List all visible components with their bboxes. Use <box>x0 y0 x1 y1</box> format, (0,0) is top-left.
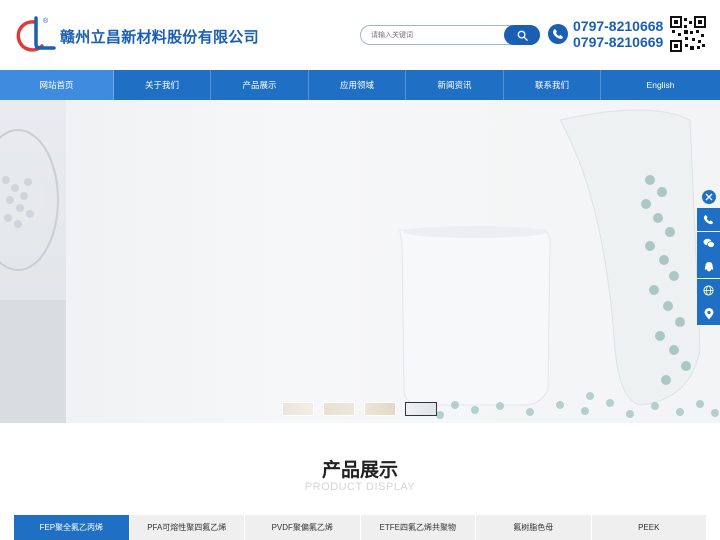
floating-side-toolbar <box>697 190 720 326</box>
main-nav: 网站首页 关于我们 产品展示 应用领域 新闻资讯 联系我们 English <box>0 70 720 100</box>
tab-peek[interactable]: PEEK <box>591 515 706 540</box>
location-icon[interactable] <box>697 302 720 325</box>
tab-fep[interactable]: FEP聚全氟乙丙烯 <box>14 515 130 540</box>
tab-etfe[interactable]: ETFE四氟乙烯共聚物 <box>360 515 476 540</box>
nav-item-news[interactable]: 新闻资讯 <box>406 70 504 100</box>
nav-item-english[interactable]: English <box>601 70 720 100</box>
slide-thumb[interactable] <box>364 402 396 416</box>
svg-text:®: ® <box>43 17 49 25</box>
products-section-subtitle: PRODUCT DISPLAY <box>304 481 416 493</box>
phone-number-2: 0797-8210669 <box>573 34 664 50</box>
phone-icon <box>548 24 568 44</box>
globe-icon[interactable] <box>697 278 720 302</box>
qq-icon[interactable] <box>697 255 720 278</box>
slide-thumb[interactable] <box>282 402 314 416</box>
qr-code-icon <box>670 16 706 52</box>
site-header: ® 赣州立昌新材料股份有限公司 0797-8210668 0797-821066… <box>0 0 720 70</box>
tab-fluororesin-masterbatch[interactable]: 氟树脂色母 <box>476 515 592 540</box>
search-input[interactable] <box>371 28 501 43</box>
company-logo[interactable]: ® <box>12 14 56 54</box>
nav-item-applications[interactable]: 应用领域 <box>309 70 406 100</box>
search-box <box>360 25 540 45</box>
slide-thumb[interactable] <box>405 402 437 416</box>
slide-thumb[interactable] <box>323 402 355 416</box>
nav-item-home[interactable]: 网站首页 <box>0 70 114 100</box>
phone-icon[interactable] <box>697 208 720 231</box>
close-icon[interactable] <box>702 190 716 204</box>
products-section-title: 产品展示 <box>321 460 398 481</box>
hero-banner[interactable] <box>0 100 720 423</box>
nav-item-contact[interactable]: 联系我们 <box>504 70 601 100</box>
phone-numbers: 0797-8210668 0797-8210669 <box>573 18 663 50</box>
wechat-icon[interactable] <box>697 231 720 255</box>
search-icon <box>517 30 528 41</box>
company-name[interactable]: 赣州立昌新材料股份有限公司 <box>60 26 259 47</box>
slide-thumbnails <box>282 402 437 416</box>
tab-pfa[interactable]: PFA可熔性聚四氟乙烯 <box>129 515 245 540</box>
tab-pvdf[interactable]: PVDF聚偏氟乙烯 <box>245 515 361 540</box>
banner-illustration <box>399 109 719 419</box>
nav-item-about[interactable]: 关于我们 <box>114 70 211 100</box>
nav-item-products[interactable]: 产品展示 <box>211 70 309 100</box>
search-button[interactable] <box>504 25 540 45</box>
phone-number-1: 0797-8210668 <box>573 18 664 34</box>
product-category-tabs: FEP聚全氟乙丙烯 PFA可熔性聚四氟乙烯 PVDF聚偏氟乙烯 ETFE四氟乙烯… <box>14 515 706 540</box>
